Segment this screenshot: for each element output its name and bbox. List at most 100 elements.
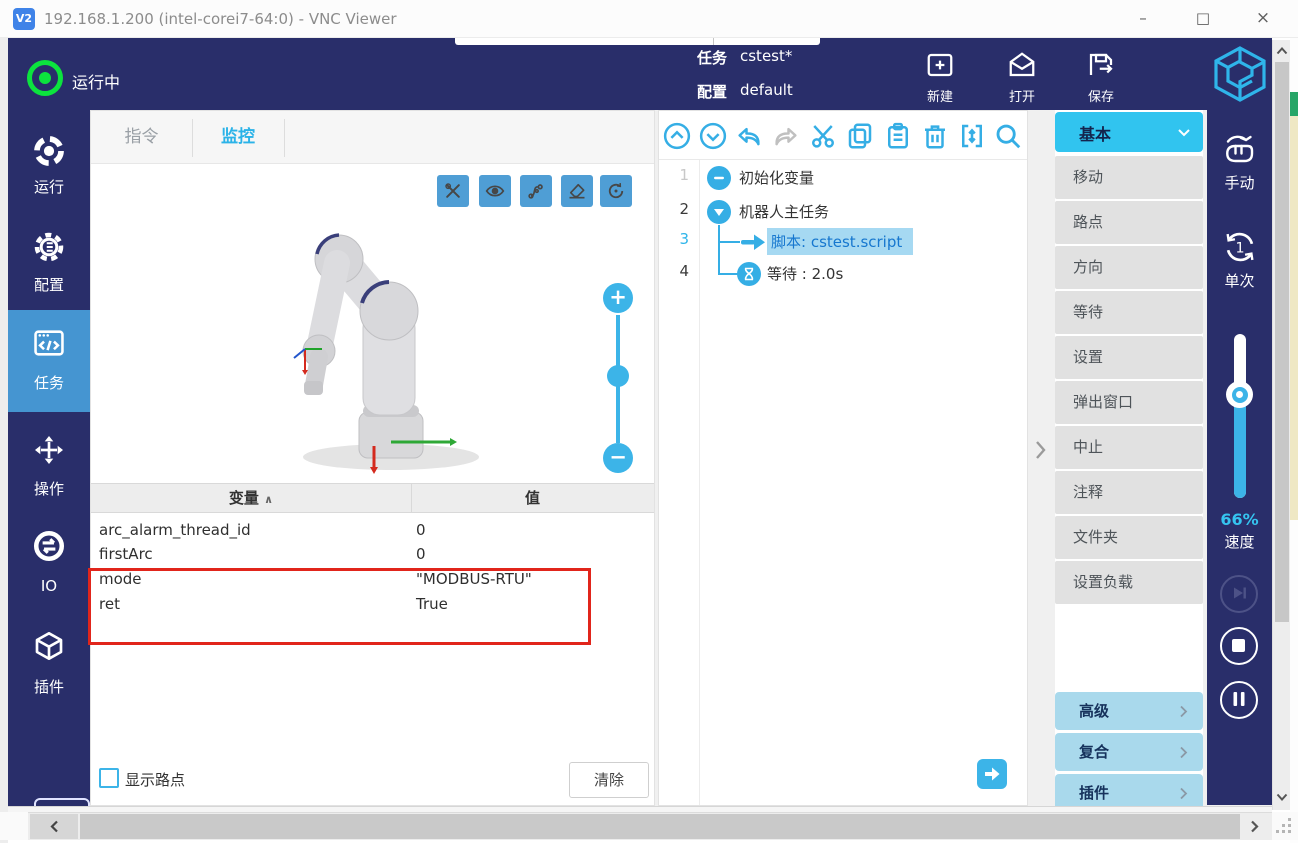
group-composite[interactable]: 复合	[1055, 733, 1203, 771]
new-task-button[interactable]: 新建	[910, 50, 970, 102]
init-variables-node-icon	[707, 166, 731, 190]
pause-icon	[1232, 691, 1246, 707]
close-button[interactable]: ×	[1238, 0, 1288, 38]
tab-commands[interactable]: 指令	[91, 111, 192, 164]
scroll-right-icon[interactable]	[1250, 820, 1259, 833]
running-status-dot	[39, 72, 51, 84]
speed-handle-ring	[1232, 387, 1248, 403]
left-sidebar: 运行 配置 任务 操作 IO 插件	[8, 110, 90, 810]
manual-mode-label: 手动	[1207, 172, 1272, 193]
command-item-abort[interactable]: 中止	[1055, 426, 1203, 469]
pause-button[interactable]	[1220, 681, 1258, 719]
horizontal-scrollbar-row	[0, 812, 1298, 840]
maximize-button[interactable]: □	[1178, 0, 1228, 38]
step-button[interactable]	[1220, 575, 1258, 613]
group-advanced[interactable]: 高级	[1055, 692, 1203, 730]
sidebar-item-operate[interactable]: 操作	[8, 432, 90, 510]
merge-collapse-button[interactable]	[957, 121, 987, 151]
minimize-button[interactable]: –	[1118, 0, 1168, 38]
sidebar-task-label: 任务	[8, 372, 90, 393]
command-item-waypoint[interactable]: 路点	[1055, 201, 1203, 244]
tree-node-wait[interactable]: 等待 : 2.0s	[767, 262, 843, 286]
triangle-down-icon	[713, 207, 725, 217]
open-task-button[interactable]: 打开	[992, 50, 1052, 102]
tree-connector-h2	[718, 273, 738, 275]
sidebar-item-io[interactable]: IO	[8, 525, 90, 603]
viewport-eraser-button[interactable]	[561, 175, 593, 207]
undo-button[interactable]	[734, 121, 764, 151]
move-up-button[interactable]	[662, 121, 692, 151]
collapse-bracket-icon	[957, 121, 987, 151]
paste-button[interactable]	[883, 121, 913, 151]
show-waypoints-label: 显示路点	[125, 769, 185, 790]
zoom-slider-handle[interactable]	[607, 365, 629, 387]
column-variable[interactable]: 变量 ∧	[91, 484, 411, 514]
clear-button[interactable]: 清除	[569, 762, 649, 798]
speed-slider-handle[interactable]	[1226, 381, 1253, 408]
group-basic-label: 基本	[1079, 121, 1111, 145]
tree-node-script[interactable]: 脚本: cstest.script	[771, 230, 902, 254]
vertical-scrollbar-thumb[interactable]	[1275, 62, 1289, 622]
cut-button[interactable]	[808, 121, 838, 151]
titlebar: V2 192.168.1.200 (intel-corei7-64:0) - V…	[0, 0, 1298, 38]
sidebar-item-task[interactable]: 任务	[8, 322, 90, 400]
group-basic-header[interactable]: 基本	[1055, 112, 1203, 152]
stop-button[interactable]	[1220, 627, 1258, 665]
delete-button[interactable]	[920, 121, 950, 151]
copy-button[interactable]	[845, 121, 875, 151]
command-item-comment[interactable]: 注释	[1055, 471, 1203, 514]
tools-icon	[443, 181, 463, 201]
config-label: 配置	[697, 81, 727, 102]
save-icon	[1086, 50, 1116, 80]
search-button[interactable]	[993, 121, 1023, 151]
move-down-button[interactable]	[698, 121, 728, 151]
command-item-set[interactable]: 设置	[1055, 336, 1203, 379]
single-run-button[interactable]: 1 单次	[1207, 226, 1272, 306]
table-row[interactable]: firstArc 0	[91, 542, 654, 567]
command-item-move[interactable]: 移动	[1055, 156, 1203, 199]
hourglass-icon	[743, 267, 755, 281]
robot-3d-viewport[interactable]: + −	[91, 165, 654, 482]
group-composite-label: 复合	[1079, 743, 1109, 761]
column-value[interactable]: 值	[411, 484, 654, 513]
command-item-direction[interactable]: 方向	[1055, 246, 1203, 289]
scroll-up-icon[interactable]	[1276, 46, 1288, 56]
toolbar-divider	[659, 159, 1027, 160]
tree-node-main-task[interactable]: 机器人主任务	[739, 200, 829, 224]
manual-mode-button[interactable]: 手动	[1207, 130, 1272, 210]
speed-percent: 66%	[1207, 510, 1272, 529]
sidebar-item-config[interactable]: 配置	[8, 225, 90, 303]
command-item-wait[interactable]: 等待	[1055, 291, 1203, 334]
resize-grip-icon[interactable]	[1276, 818, 1294, 836]
zoom-in-button[interactable]: +	[603, 283, 633, 313]
viewport-path-button[interactable]	[520, 175, 552, 207]
run-target-icon	[32, 134, 66, 168]
sidebar-item-run[interactable]: 运行	[8, 130, 90, 208]
tree-node-init-variables[interactable]: 初始化变量	[739, 166, 814, 190]
chevron-right-icon	[1179, 787, 1188, 800]
save-task-button[interactable]: 保存	[1071, 50, 1131, 102]
command-item-popup[interactable]: 弹出窗口	[1055, 381, 1203, 424]
viewport-reset-view-button[interactable]	[600, 175, 632, 207]
speed-label: 速度	[1207, 531, 1272, 552]
command-item-folder[interactable]: 文件夹	[1055, 516, 1203, 559]
single-run-label: 单次	[1207, 270, 1272, 291]
panel-expander[interactable]	[1032, 438, 1048, 462]
zoom-out-button[interactable]: −	[603, 443, 633, 473]
vertical-scrollbar[interactable]	[1272, 40, 1290, 810]
scroll-down-icon[interactable]	[1276, 792, 1288, 802]
goto-current-line-button[interactable]	[977, 759, 1007, 789]
window-title: 192.168.1.200 (intel-corei7-64:0) - VNC …	[44, 0, 397, 38]
table-row[interactable]: arc_alarm_thread_id 0	[91, 518, 654, 543]
arrow-right-icon	[984, 767, 1000, 781]
wait-node-icon	[737, 262, 761, 286]
command-item-payload[interactable]: 设置负载	[1055, 561, 1203, 604]
monitor-panel: 指令 监控	[90, 110, 655, 806]
horizontal-scrollbar-thumb[interactable]	[80, 814, 1240, 839]
tab-divider2	[284, 119, 285, 157]
redo-button[interactable]	[771, 121, 801, 151]
sidebar-item-plugin[interactable]: 插件	[8, 626, 90, 704]
scroll-left-button[interactable]	[30, 814, 78, 839]
show-waypoints-checkbox[interactable]	[99, 768, 119, 788]
tab-monitor[interactable]: 监控	[192, 111, 284, 164]
